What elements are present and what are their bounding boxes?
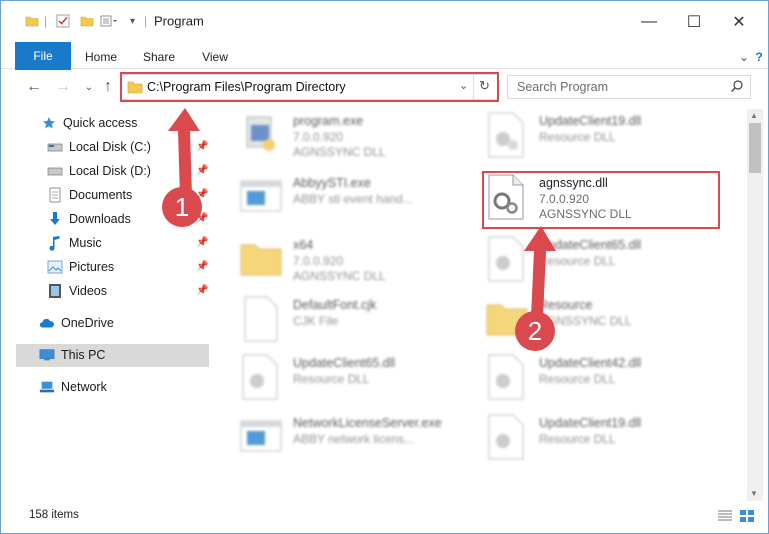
annotation-arrows xyxy=(168,108,556,317)
step-marker-1: 1 xyxy=(162,187,202,227)
step-marker-2: 2 xyxy=(515,311,555,351)
arrow-up-1 xyxy=(168,108,200,197)
explorer-window: | ▾ | Program — ☐ ✕ File Home Share View… xyxy=(0,0,769,534)
arrow-up-2 xyxy=(524,226,556,317)
